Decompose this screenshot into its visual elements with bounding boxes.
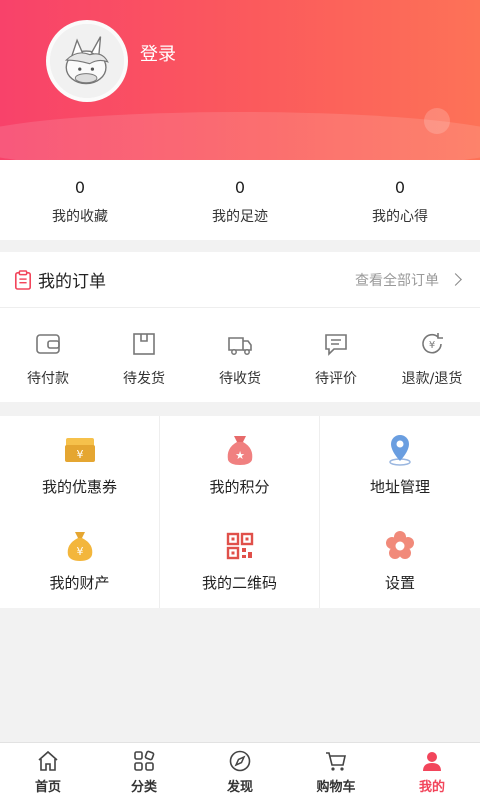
tab-home[interactable]: 首页 — [0, 743, 96, 800]
services-grid: ¥ 我的优惠券 ★ 我的积分 地址管理 ¥ 我的财产 我的二维码 设置 — [0, 416, 480, 608]
service-label: 我的积分 — [209, 477, 270, 496]
order-refund-return[interactable]: ¥ 退款/退货 — [384, 308, 480, 401]
tab-label: 购物车 — [316, 780, 356, 795]
category-icon — [134, 750, 155, 771]
stat-label: 我的收藏 — [52, 209, 108, 225]
refund-icon: ¥ — [422, 333, 443, 354]
service-label: 我的财产 — [49, 573, 110, 592]
order-status-row: 待付款 待发货 待收货 待评价 ¥ 退款/退货 — [0, 308, 480, 401]
tab-cart[interactable]: 购物车 — [288, 743, 384, 800]
stat-reviews[interactable]: 0 我的心得 — [320, 160, 480, 240]
order-item-label: 退款/退货 — [401, 371, 463, 387]
tab-label: 发现 — [226, 780, 253, 795]
unicorn-avatar-icon — [50, 24, 124, 98]
home-icon — [38, 750, 58, 771]
tab-label: 首页 — [34, 780, 61, 795]
service-settings[interactable]: 设置 — [320, 512, 480, 608]
compass-icon — [229, 750, 251, 772]
stat-label: 我的心得 — [372, 209, 428, 225]
points-bag-icon: ★ — [227, 435, 252, 465]
clipboard-icon — [14, 269, 32, 290]
stat-label: 我的足迹 — [212, 209, 268, 225]
chevron-right-icon — [449, 273, 462, 286]
svg-text:¥: ¥ — [76, 448, 83, 461]
order-item-label: 待评价 — [315, 371, 357, 387]
view-all-orders-link[interactable]: 查看全部订单 — [355, 270, 466, 290]
tab-discover[interactable]: 发现 — [192, 743, 288, 800]
stat-favorites[interactable]: 0 我的收藏 — [0, 160, 160, 240]
orders-section: 我的订单 查看全部订单 待付款 待发货 待收货 待评价 ¥ 退款/退货 — [0, 252, 480, 402]
orders-title: 我的订单 — [38, 272, 106, 292]
location-pin-icon — [389, 434, 411, 466]
coupon-icon: ¥ — [64, 437, 95, 462]
order-item-label: 待付款 — [27, 371, 69, 387]
service-coupons[interactable]: ¥ 我的优惠券 — [0, 416, 160, 512]
order-item-label: 待发货 — [123, 371, 165, 387]
service-points[interactable]: ★ 我的积分 — [160, 416, 320, 512]
box-icon — [133, 333, 155, 355]
money-bag-icon: ¥ — [67, 531, 92, 561]
bottom-tab-bar: 首页 分类 发现 购物车 我的 — [0, 742, 480, 800]
comment-icon — [325, 334, 347, 356]
order-item-label: 待收货 — [219, 371, 261, 387]
service-address[interactable]: 地址管理 — [320, 416, 480, 512]
order-pending-review[interactable]: 待评价 — [288, 308, 384, 401]
tab-category[interactable]: 分类 — [96, 743, 192, 800]
order-pending-shipment[interactable]: 待发货 — [96, 308, 192, 401]
service-label: 地址管理 — [369, 477, 430, 496]
svg-text:¥: ¥ — [76, 545, 83, 558]
service-assets[interactable]: ¥ 我的财产 — [0, 512, 160, 608]
service-label: 我的二维码 — [201, 573, 277, 592]
wallet-icon — [36, 334, 60, 354]
settings-flower-icon — [386, 530, 414, 559]
truck-icon — [228, 337, 252, 355]
service-label: 我的优惠券 — [41, 477, 117, 496]
cart-icon — [326, 752, 346, 771]
order-pending-payment[interactable]: 待付款 — [0, 308, 96, 401]
profile-header: 登录 — [0, 0, 480, 160]
tab-label: 我的 — [418, 780, 445, 795]
tab-mine[interactable]: 我的 — [384, 743, 480, 800]
qr-code-icon — [226, 532, 253, 559]
service-qr-code[interactable]: 我的二维码 — [160, 512, 320, 608]
stat-count: 0 — [394, 178, 406, 197]
stats-bar: 0 我的收藏 0 我的足迹 0 我的心得 — [0, 160, 480, 240]
stat-footprints[interactable]: 0 我的足迹 — [160, 160, 320, 240]
user-icon — [423, 752, 441, 771]
view-all-label: 查看全部订单 — [355, 272, 439, 289]
login-link[interactable]: 登录 — [140, 40, 176, 66]
svg-text:¥: ¥ — [429, 340, 435, 351]
orders-header: 我的订单 查看全部订单 — [0, 252, 480, 308]
order-pending-receipt[interactable]: 待收货 — [192, 308, 288, 401]
stat-count: 0 — [234, 178, 246, 197]
tab-label: 分类 — [130, 780, 157, 795]
service-label: 设置 — [384, 573, 415, 592]
stat-count: 0 — [74, 178, 86, 197]
svg-text:★: ★ — [235, 449, 245, 462]
avatar[interactable] — [46, 20, 128, 102]
